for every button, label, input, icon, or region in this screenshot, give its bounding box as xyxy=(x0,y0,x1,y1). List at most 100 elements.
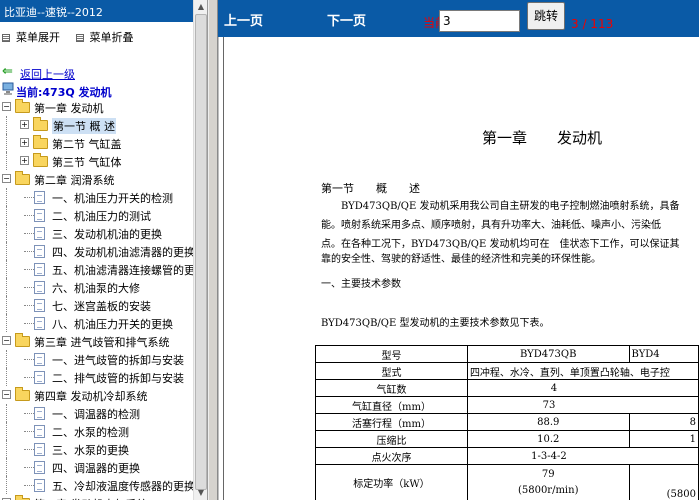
tree-connector xyxy=(6,314,7,332)
tree-doc-item[interactable]: 一、机油压力开关的检测 xyxy=(0,188,193,206)
tree-item-label: 第五章 发动机电气系统 xyxy=(34,496,148,500)
document-icon xyxy=(34,299,45,312)
tree-connector xyxy=(24,233,34,234)
collapse-toggle-icon[interactable]: − xyxy=(2,102,11,111)
tree-doc-item[interactable]: 五、机油滤清器连接螺管的更换 xyxy=(0,260,193,278)
tree-folder-item[interactable]: + 第一节 概 述 xyxy=(0,116,193,134)
expand-toggle-icon[interactable]: + xyxy=(20,120,29,129)
tree-connector xyxy=(6,368,7,386)
tree-item-label: 第一章 发动机 xyxy=(34,102,104,115)
tree-connector xyxy=(24,197,34,198)
document-icon xyxy=(34,281,45,294)
tree-connector xyxy=(24,287,34,288)
tree-doc-item[interactable]: 三、水泵的更换 xyxy=(0,440,193,458)
paragraph-line: 能。喷射系统采用多点、顺序喷射，具有升功率大、油耗低、噪声小、污染低 xyxy=(321,220,661,231)
document-icon xyxy=(34,479,45,492)
tree-connector xyxy=(6,260,7,278)
tree-item-label: 二、机油压力的测试 xyxy=(52,210,151,223)
tree-folder-item[interactable]: − 第四章 发动机冷却系统 xyxy=(0,386,193,404)
tree-item-label: 七、迷宫盖板的安装 xyxy=(52,300,151,313)
tree-connector xyxy=(24,323,34,324)
table-row: 气缸直径（mm） 73 xyxy=(315,396,699,414)
tree-connector xyxy=(6,224,7,242)
next-page-button[interactable]: 下一页 xyxy=(327,10,366,29)
document-icon xyxy=(34,227,45,240)
tree-doc-item[interactable]: 六、机油泵的大修 xyxy=(0,278,193,296)
expand-toggle-icon[interactable]: + xyxy=(20,138,29,147)
collapse-toggle-icon[interactable]: − xyxy=(2,336,11,345)
tree-folder-item[interactable]: − 第三章 进气歧管和排气系统 xyxy=(0,332,193,350)
tree-item-label: 六、机油泵的大修 xyxy=(52,282,140,295)
left-vertical-scrollbar[interactable]: ▲ ▼ xyxy=(193,0,207,500)
tree-doc-item[interactable]: 七、迷宫盖板的安装 xyxy=(0,296,193,314)
prev-page-button[interactable]: 上一页 xyxy=(224,10,263,29)
tree-item-label: 一、进气歧管的拆卸与安装 xyxy=(52,354,184,367)
tree-doc-item[interactable]: 八、机油压力开关的更换 xyxy=(0,314,193,332)
document-icon xyxy=(34,371,45,384)
table-row: 型号 BYD473QB BYD4 xyxy=(315,345,699,363)
tree-folder-item[interactable]: +第五章 发动机电气系统 xyxy=(0,494,193,500)
menu-collapse-link[interactable]: 菜单折叠 xyxy=(75,29,134,45)
tree-doc-item[interactable]: 三、发动机机油的更换 xyxy=(0,224,193,242)
scrollbar-thumb[interactable] xyxy=(195,14,207,490)
tree-item-label: 三、发动机机油的更换 xyxy=(52,228,162,241)
paragraph-line: 靠的安全性、驾驶的舒适性、最佳的经济性和完美的环保性能。 xyxy=(321,254,601,265)
tree-doc-item[interactable]: 二、排气歧管的拆卸与安装 xyxy=(0,368,193,386)
folder-icon xyxy=(15,171,30,185)
tree-connector xyxy=(6,206,7,224)
scroll-up-icon[interactable]: ▲ xyxy=(194,0,208,14)
tree-connector xyxy=(6,152,7,170)
collapse-toggle-icon[interactable]: − xyxy=(2,174,11,183)
tree-connector xyxy=(6,278,7,296)
tree-connector xyxy=(6,476,7,494)
document-icon xyxy=(34,317,45,330)
page-number-input[interactable] xyxy=(439,10,520,32)
tree-folder-item[interactable]: + 第三节 气缸体 xyxy=(0,152,193,170)
manual-title: 比亚迪--速锐--2012 xyxy=(0,0,207,22)
table-row: 活塞行程（mm） 88.9 8 xyxy=(315,413,699,431)
tree-doc-item[interactable]: 一、调温器的检测 xyxy=(0,404,193,422)
tree-doc-item[interactable]: 四、调温器的更换 xyxy=(0,458,193,476)
page-border xyxy=(223,37,224,500)
tree-item-label: 二、水泵的检测 xyxy=(52,426,129,439)
expand-toggle-icon[interactable]: + xyxy=(20,156,29,165)
folder-icon xyxy=(33,117,48,131)
document-page: 第一章 发动机 第一节 概 述 BYD473QB/QE 发动机采用我公司自主研发… xyxy=(218,37,699,500)
tree-folder-item[interactable]: − 第一章 发动机 xyxy=(0,98,193,116)
tree-doc-item[interactable]: 五、冷却液温度传感器的更换 xyxy=(0,476,193,494)
tree-connector xyxy=(24,305,34,306)
tree-doc-item[interactable]: 一、进气歧管的拆卸与安装 xyxy=(0,350,193,368)
folder-icon xyxy=(33,135,48,149)
tree-doc-item[interactable]: 四、发动机机油滤清器的更换 xyxy=(0,242,193,260)
document-icon xyxy=(34,425,45,438)
pane-splitter[interactable] xyxy=(208,0,218,500)
folder-icon xyxy=(33,153,48,167)
tree-folder-item[interactable]: + 第二节 气缸盖 xyxy=(0,134,193,152)
subheading: 一、主要技术参数 xyxy=(321,279,401,290)
document-icon xyxy=(34,353,45,366)
table-row: 点火次序 1-3-4-2 xyxy=(315,447,699,465)
chapter-tree: − 第一章 发动机 + 第一节 概 述 + 第二节 气缸盖 + 第三节 气缸体 − 第二章 润滑系… xyxy=(0,60,193,500)
tree-folder-item[interactable]: − 第二章 润滑系统 xyxy=(0,170,193,188)
table-row: 压缩比 10.2 1 xyxy=(315,430,699,448)
tree-connector xyxy=(6,296,7,314)
document-icon xyxy=(34,263,45,276)
document-icon xyxy=(34,461,45,474)
folder-icon xyxy=(15,99,30,113)
tree-item-label: 三、水泵的更换 xyxy=(52,444,129,457)
tree-connector xyxy=(6,440,7,458)
jump-button[interactable]: 跳转 xyxy=(527,2,565,30)
collapse-icon xyxy=(75,34,84,42)
tree-connector xyxy=(6,404,7,422)
document-icon xyxy=(34,209,45,222)
scroll-down-icon[interactable]: ▼ xyxy=(194,486,208,500)
collapse-toggle-icon[interactable]: − xyxy=(2,390,11,399)
menu-expand-link[interactable]: 菜单展开 xyxy=(2,29,60,45)
tree-item-label: 第一节 概 述 xyxy=(52,118,116,134)
tree-doc-item[interactable]: 二、水泵的检测 xyxy=(0,422,193,440)
document-icon xyxy=(34,407,45,420)
tree-doc-item[interactable]: 二、机油压力的测试 xyxy=(0,206,193,224)
tree-connector xyxy=(24,431,34,432)
tree-connector xyxy=(24,467,34,468)
document-viewer: 上一页 下一页 当前为 跳转 3 / 113 第一章 发动机 第一节 概 述 B… xyxy=(218,0,699,500)
